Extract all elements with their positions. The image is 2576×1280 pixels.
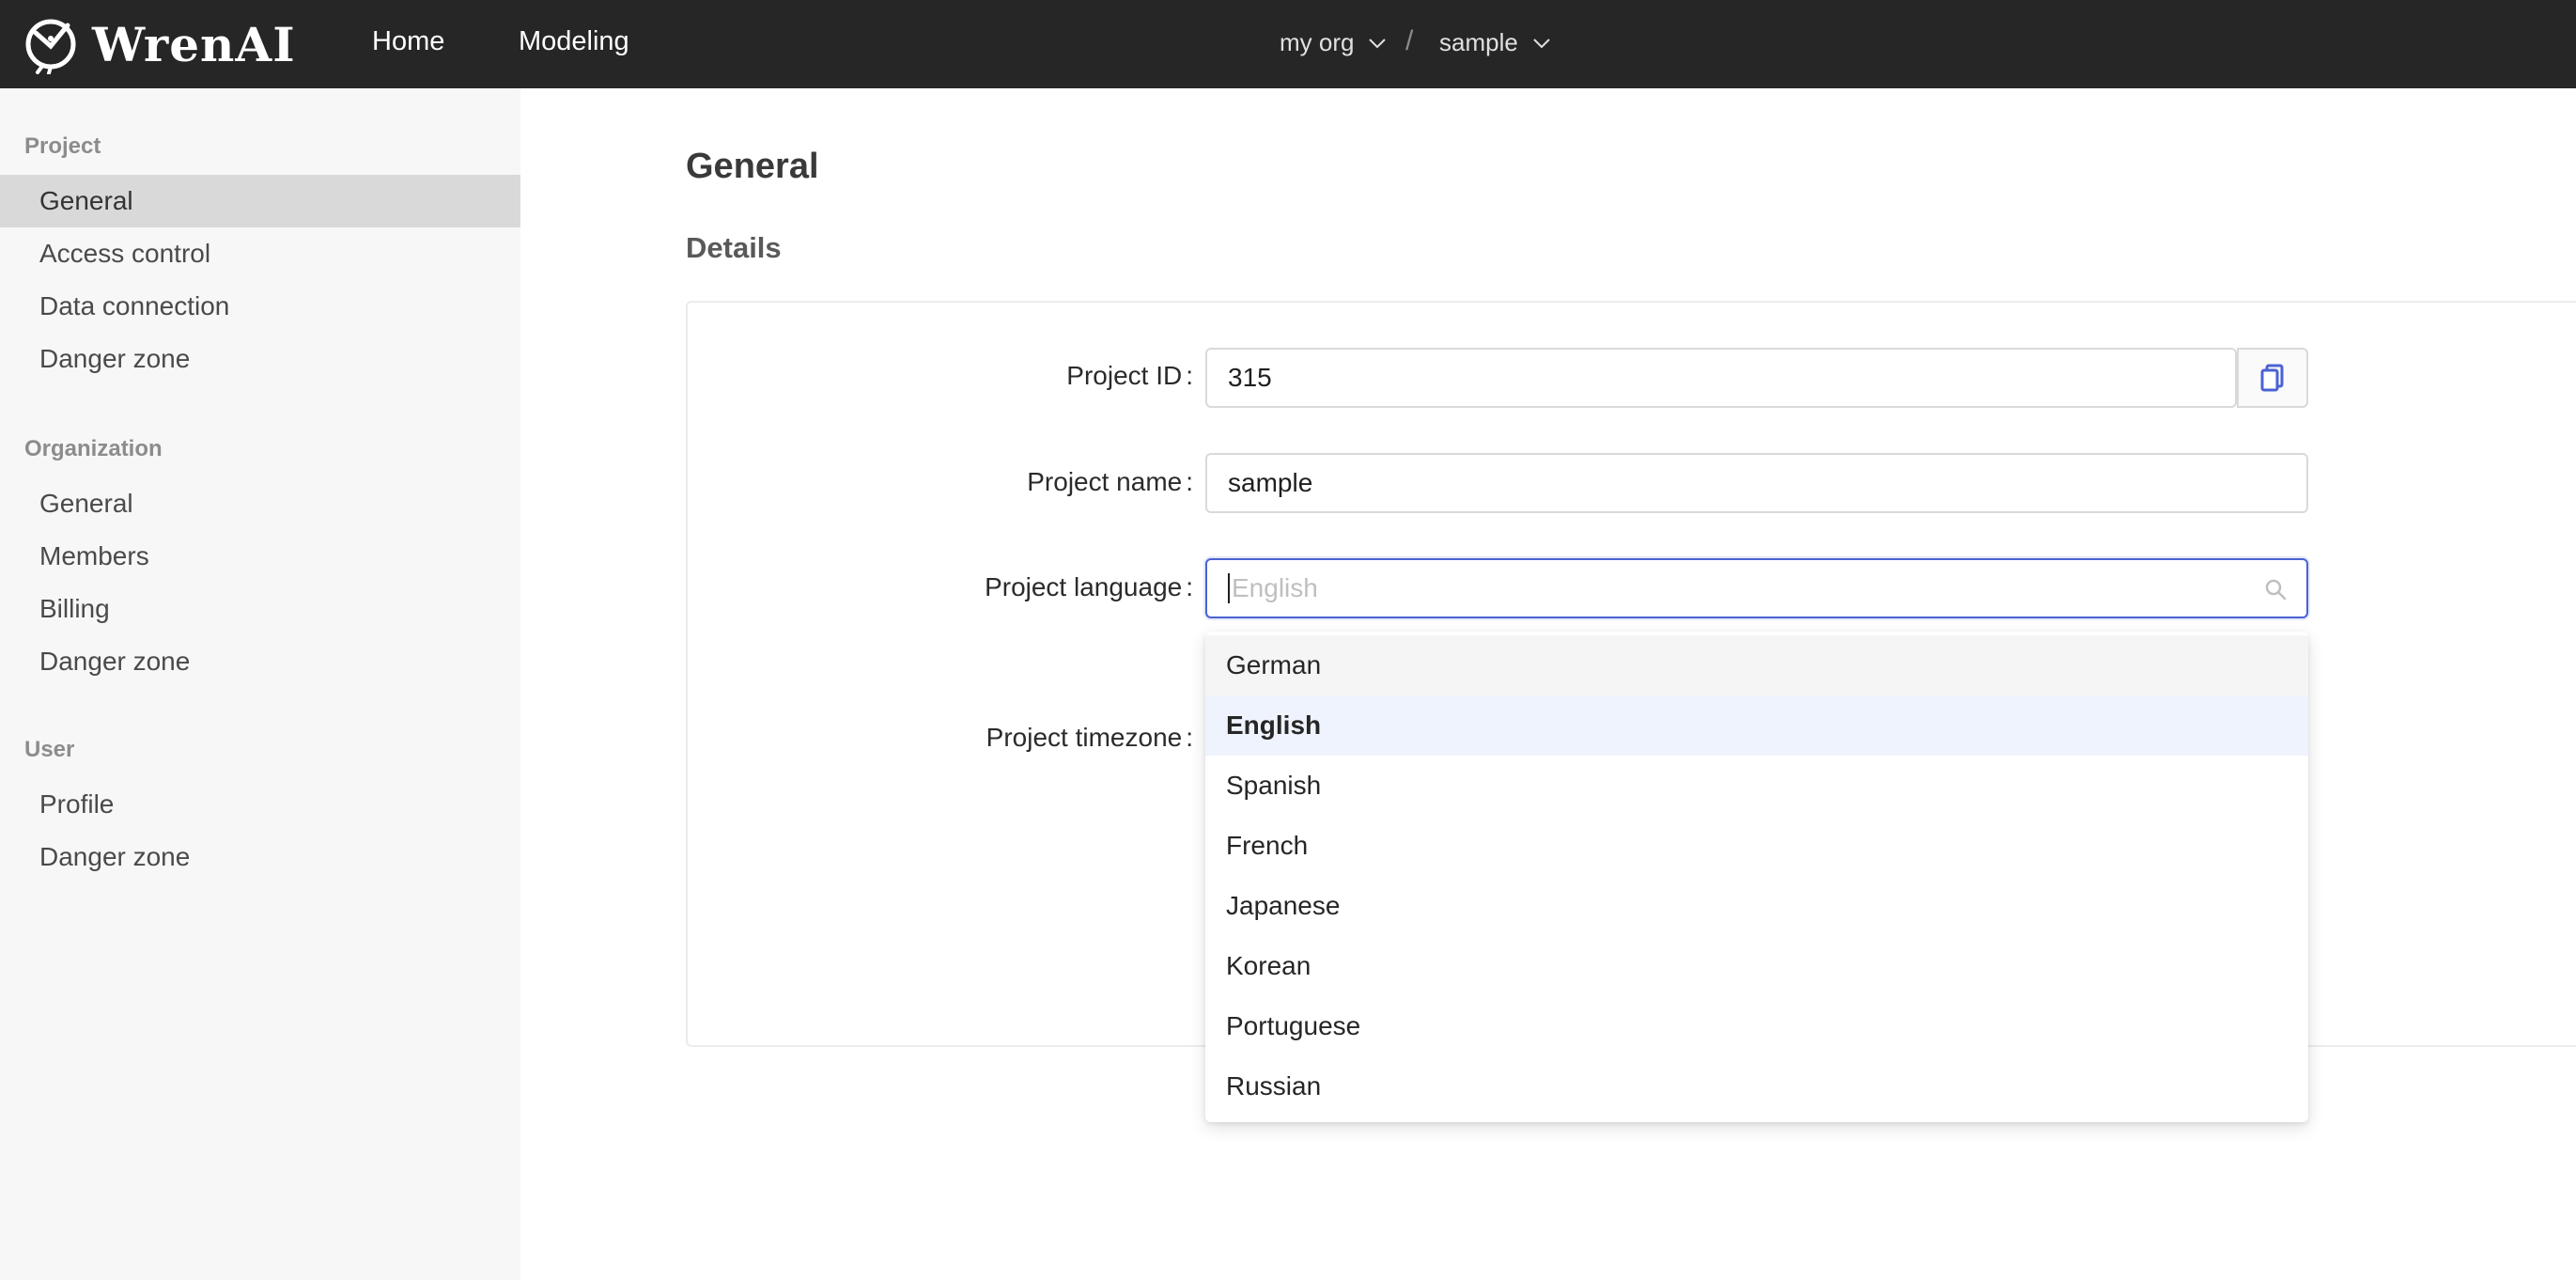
sidebar-item-org-general[interactable]: General [0, 477, 520, 530]
language-option-spanish[interactable]: Spanish [1205, 756, 2308, 816]
project-timezone-label: Project timezone: [985, 723, 1193, 752]
top-header: WrenAI Home Modeling my org / sample [0, 0, 2576, 88]
copy-icon [2260, 364, 2284, 392]
sidebar-item-project-danger-zone[interactable]: Danger zone [0, 333, 520, 385]
sidebar-group-user: User [24, 737, 75, 762]
project-language-placeholder: English [1232, 573, 1318, 602]
sidebar-group-project: Project [24, 133, 101, 159]
language-option-korean[interactable]: Korean [1205, 936, 2308, 996]
language-option-japanese[interactable]: Japanese [1205, 876, 2308, 936]
brand-name: WrenAI [92, 16, 296, 72]
nav-modeling[interactable]: Modeling [519, 26, 629, 57]
org-switcher[interactable]: my org [1280, 28, 1387, 57]
logo[interactable]: WrenAI [23, 15, 296, 74]
project-name-value: sample [1228, 468, 1313, 497]
chevron-down-icon [1369, 38, 1387, 48]
settings-sidebar: Project General Access control Data conn… [0, 88, 520, 1280]
copy-button[interactable] [2237, 348, 2308, 408]
page-title: General [686, 147, 819, 186]
project-id-value: 315 [1228, 363, 1272, 392]
sidebar-item-org-danger-zone[interactable]: Danger zone [0, 635, 520, 688]
project-name-input[interactable]: sample [1205, 453, 2308, 513]
project-id-label: Project ID: [1066, 361, 1193, 390]
language-dropdown: German English Spanish French Japanese K… [1205, 632, 2308, 1122]
language-option-english[interactable]: English [1205, 695, 2308, 756]
section-title: Details [686, 231, 782, 264]
language-option-russian[interactable]: Russian [1205, 1056, 2308, 1116]
breadcrumb-separator: / [1405, 25, 1414, 56]
sidebar-item-access-control[interactable]: Access control [0, 227, 520, 280]
sidebar-item-billing[interactable]: Billing [0, 583, 520, 635]
sidebar-item-members[interactable]: Members [0, 530, 520, 583]
sidebar-item-data-connection[interactable]: Data connection [0, 280, 520, 333]
language-option-german[interactable]: German [1205, 635, 2308, 695]
project-language-label: Project language: [985, 572, 1193, 601]
nav-home[interactable]: Home [372, 26, 444, 57]
project-name-label: Project name: [1027, 467, 1193, 496]
sidebar-item-user-danger-zone[interactable]: Danger zone [0, 831, 520, 883]
wren-bird-icon [25, 19, 76, 74]
project-id-field[interactable]: 315 [1205, 348, 2237, 408]
language-option-portuguese[interactable]: Portuguese [1205, 996, 2308, 1056]
project-switcher[interactable]: sample [1439, 28, 1550, 57]
org-switcher-label: my org [1280, 28, 1355, 56]
sidebar-item-profile[interactable]: Profile [0, 778, 520, 831]
sidebar-group-organization: Organization [24, 436, 163, 461]
project-switcher-label: sample [1439, 28, 1518, 56]
search-icon [2265, 579, 2287, 601]
language-option-french[interactable]: French [1205, 816, 2308, 876]
chevron-down-icon [1533, 38, 1550, 48]
project-language-select[interactable]: English [1205, 558, 2308, 618]
text-caret [1228, 573, 1230, 603]
sidebar-item-project-general[interactable]: General [0, 175, 520, 227]
